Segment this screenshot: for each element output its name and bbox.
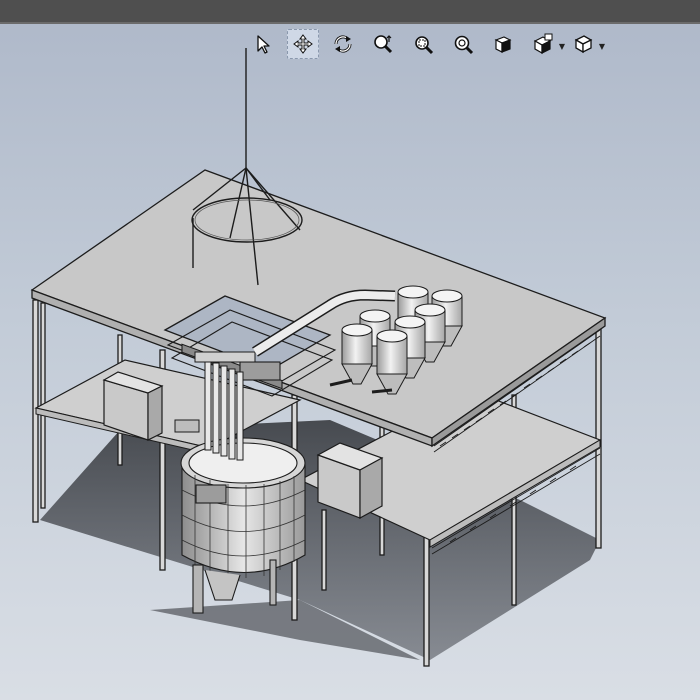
zoom-to-area-icon	[415, 36, 434, 55]
display-style-icon	[533, 33, 553, 55]
rotate-tool-button[interactable]	[327, 29, 359, 59]
model-viewport[interactable]: ▼ ▼	[0, 0, 700, 700]
chevron-down-icon[interactable]: ▼	[599, 42, 605, 51]
cad-model-3d[interactable]	[0, 0, 700, 700]
view-orientation-button[interactable]	[487, 29, 519, 59]
chevron-down-icon[interactable]: ▼	[559, 42, 565, 51]
select-tool-button[interactable]	[247, 29, 279, 59]
pan-icon	[293, 34, 313, 54]
zoom-in-out-button[interactable]	[367, 29, 399, 59]
zoom-to-area-button[interactable]	[407, 29, 439, 59]
pan-tool-button[interactable]	[287, 29, 319, 59]
rotate-view-icon	[334, 35, 352, 53]
view-cube-button[interactable]: ▼	[567, 29, 605, 59]
zoom-to-fit-button[interactable]	[447, 29, 479, 59]
zoom-to-fit-icon	[454, 35, 474, 55]
view-orientation-icon	[494, 36, 512, 53]
heads-up-view-toolbar: ▼ ▼	[247, 28, 607, 60]
select-arrow-icon	[257, 35, 270, 54]
view-cube-icon	[574, 35, 593, 54]
zoom-in-out-icon	[374, 35, 393, 54]
display-style-button[interactable]: ▼	[527, 29, 565, 59]
